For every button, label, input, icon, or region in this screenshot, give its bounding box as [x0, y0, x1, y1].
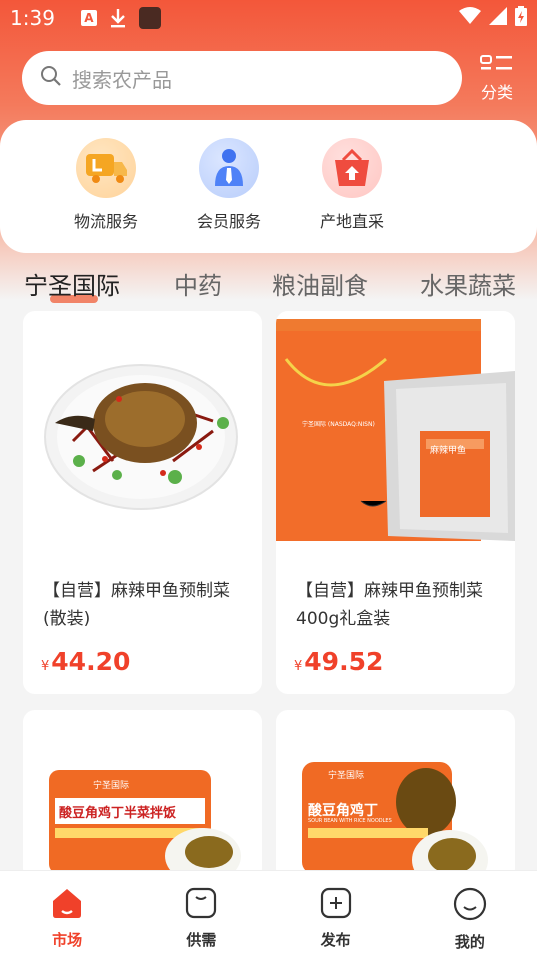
service-logistics-label: 物流服务 [73, 212, 138, 231]
nav-profile[interactable]: 我的 [403, 871, 537, 956]
nav-market[interactable]: 市场 [0, 871, 134, 956]
product-card[interactable]: 宁圣国际 (NASDAQ:NISN) 麻辣甲鱼 【自营】麻辣甲鱼预制菜400g礼… [276, 311, 515, 694]
tab-ningsheng[interactable]: 宁圣国际 [24, 266, 120, 301]
service-origin[interactable]: 产地直采 [290, 138, 414, 253]
bottom-navigation: 市场 供需 发布 我的 [0, 870, 537, 956]
basket-icon [322, 138, 382, 198]
category-icon [480, 55, 514, 77]
service-logistics[interactable]: 物流服务 [44, 138, 168, 253]
nav-market-label: 市场 [52, 931, 83, 949]
product-title: 【自营】麻辣甲鱼预制菜(散装) [43, 581, 230, 629]
nav-supply[interactable]: 供需 [134, 871, 268, 956]
service-origin-label: 产地直采 [319, 212, 384, 231]
product-price: ¥49.52 [294, 647, 383, 676]
truck-icon [76, 138, 136, 198]
nav-supply-label: 供需 [186, 931, 217, 949]
a-notification-icon: A [80, 10, 97, 26]
bag-label-text: 麻辣甲鱼 [430, 446, 467, 456]
nav-profile-label: 我的 [454, 933, 485, 951]
tab-fruit-vegetable[interactable]: 水果蔬菜 [420, 266, 516, 301]
meal2-name-text: 酸豆角鸡丁 [308, 803, 378, 819]
product-image [276, 311, 515, 551]
app-square-icon [138, 7, 161, 29]
service-member-label: 会员服务 [196, 212, 261, 231]
product-image [302, 762, 488, 880]
wifi-icon [459, 7, 481, 29]
download-icon [109, 8, 127, 28]
product-image [44, 364, 238, 510]
category-label: 分类 [480, 83, 513, 102]
price-value: 44.20 [51, 647, 131, 676]
meal1-name-text: 酸豆角鸡丁半菜拌饭 [59, 806, 177, 821]
product-card[interactable]: 宁圣国际 酸豆角鸡丁半菜拌饭 [23, 710, 262, 880]
meal2-brand-text: 宁圣国际 [328, 771, 365, 781]
product-price: ¥44.20 [41, 647, 130, 676]
currency-symbol: ¥ [41, 659, 50, 674]
status-time: 1:39 [10, 6, 55, 30]
signal-icon [489, 7, 507, 29]
meal2-sub-text: SOUR BEAN WITH RICE NOODLES [308, 818, 392, 824]
publish-icon [320, 887, 352, 923]
supply-icon [185, 887, 217, 923]
currency-symbol: ¥ [294, 659, 303, 674]
nav-publish-label: 发布 [320, 931, 351, 949]
search-icon [40, 65, 62, 91]
tab-chinese-medicine[interactable]: 中药 [174, 266, 222, 301]
nav-publish[interactable]: 发布 [269, 871, 403, 956]
price-value: 49.52 [304, 647, 384, 676]
meal1-brand-text: 宁圣国际 [93, 781, 130, 791]
tab-grain-oil[interactable]: 粮油副食 [272, 266, 368, 301]
search-placeholder: 搜索农产品 [72, 67, 172, 92]
battery-icon [515, 6, 527, 30]
search-input[interactable]: 搜索农产品 [22, 51, 462, 105]
member-icon [199, 138, 259, 198]
status-bar: 1:39 A [0, 0, 537, 36]
box-brand-text: 宁圣国际 (NASDAQ:NISN) [302, 421, 375, 428]
product-card[interactable]: 【自营】麻辣甲鱼预制菜(散装) ¥44.20 [23, 311, 262, 694]
product-title: 【自营】麻辣甲鱼预制菜400g礼盒装 [296, 581, 483, 629]
home-icon [50, 887, 84, 923]
service-member[interactable]: 会员服务 [167, 138, 291, 253]
services-panel: 物流服务 会员服务 产地直采 [0, 120, 537, 253]
product-image [49, 770, 241, 880]
product-card[interactable]: 宁圣国际 酸豆角鸡丁 SOUR BEAN WITH RICE NOODLES [276, 710, 515, 880]
category-tabs: 宁圣国际 中药 粮油副食 水果蔬菜 [0, 266, 537, 310]
category-button[interactable]: 分类 [470, 55, 524, 105]
profile-icon [453, 887, 487, 925]
